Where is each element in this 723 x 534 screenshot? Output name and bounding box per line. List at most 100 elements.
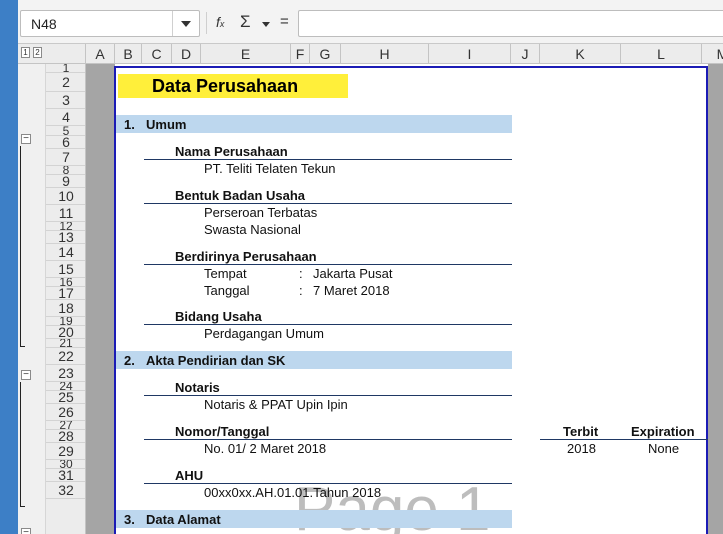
formula-input[interactable] bbox=[298, 10, 723, 37]
header-expiration: Expiration bbox=[631, 424, 695, 439]
separator-colon: : bbox=[299, 283, 303, 298]
row-header-30[interactable]: 30 bbox=[46, 460, 85, 469]
section-title-3: Data Alamat bbox=[146, 512, 221, 527]
underline bbox=[144, 324, 512, 325]
underline bbox=[144, 159, 512, 160]
row-header-31[interactable]: 31 bbox=[46, 469, 85, 482]
label-ahu: AHU bbox=[175, 468, 204, 483]
section-number-3: 3. bbox=[124, 512, 135, 527]
row-header-11[interactable]: 11 bbox=[46, 205, 85, 222]
row-header-20[interactable]: 20 bbox=[46, 326, 85, 339]
row-header-6[interactable]: 6 bbox=[46, 136, 85, 149]
row-header-29[interactable]: 29 bbox=[46, 443, 85, 460]
row-header-18[interactable]: 18 bbox=[46, 300, 85, 317]
outline-group-end bbox=[20, 506, 25, 507]
row-header-9[interactable]: 9 bbox=[46, 175, 85, 188]
outline-level-2-button[interactable]: 2 bbox=[33, 47, 42, 58]
column-header-j[interactable]: J bbox=[511, 44, 540, 64]
collapse-group-button[interactable]: − bbox=[21, 528, 31, 534]
label-bentuk-badan-usaha: Bentuk Badan Usaha bbox=[175, 188, 306, 203]
column-header-e[interactable]: E bbox=[201, 44, 291, 64]
row-header-14[interactable]: 14 bbox=[46, 244, 85, 261]
row-header-15[interactable]: 15 bbox=[46, 261, 85, 278]
toolbar-separator bbox=[206, 12, 207, 34]
section-title-1: Umum bbox=[146, 117, 187, 132]
underline bbox=[144, 439, 512, 440]
name-box[interactable]: N48 bbox=[20, 10, 200, 37]
row-header-3[interactable]: 3 bbox=[46, 92, 85, 109]
row-header-22[interactable]: 22 bbox=[46, 348, 85, 365]
outline-group-line bbox=[20, 382, 21, 506]
sum-icon[interactable]: Σ bbox=[240, 12, 251, 32]
row-header-21[interactable]: 21 bbox=[46, 339, 85, 348]
value-bidang-usaha: Perdagangan Umum bbox=[204, 326, 324, 341]
row-header-27[interactable]: 27 bbox=[46, 421, 85, 430]
row-header-19[interactable]: 19 bbox=[46, 317, 85, 326]
column-header-f[interactable]: F bbox=[291, 44, 310, 64]
column-header-c[interactable]: C bbox=[142, 44, 172, 64]
function-wizard-icon[interactable]: fx bbox=[216, 12, 224, 32]
value-notaris: Notaris & PPAT Upin Ipin bbox=[204, 397, 348, 412]
print-page-border bbox=[114, 66, 708, 534]
column-header-b[interactable]: B bbox=[115, 44, 142, 64]
column-header-g[interactable]: G bbox=[310, 44, 341, 64]
sheet-area[interactable]: Data Perusahaan 1. Umum Nama Perusahaan … bbox=[86, 64, 723, 534]
underline bbox=[144, 203, 512, 204]
separator-colon: : bbox=[299, 266, 303, 281]
row-header-16[interactable]: 16 bbox=[46, 278, 85, 287]
select-all-corner[interactable]: 1 2 bbox=[18, 44, 86, 64]
label-notaris: Notaris bbox=[175, 380, 220, 395]
underline bbox=[540, 439, 708, 440]
sum-dropdown-icon[interactable] bbox=[262, 12, 270, 32]
row-header-10[interactable]: 10 bbox=[46, 188, 85, 205]
row-header-24[interactable]: 24 bbox=[46, 382, 85, 391]
column-header-bar: ABCDEFGHIJKLM bbox=[86, 44, 723, 64]
section-number-1: 1. bbox=[124, 117, 135, 132]
underline bbox=[144, 395, 512, 396]
formula-equals-button[interactable]: = bbox=[280, 12, 289, 32]
page-outside-area bbox=[708, 64, 723, 534]
row-header-32[interactable]: 32 bbox=[46, 482, 85, 499]
row-outline-pane: − − − bbox=[18, 64, 46, 534]
value-nomor-tanggal: No. 01/ 2 Maret 2018 bbox=[204, 441, 327, 456]
window-left-edge bbox=[0, 0, 18, 534]
outline-level-1-button[interactable]: 1 bbox=[21, 47, 30, 58]
row-header-23[interactable]: 23 bbox=[46, 365, 85, 382]
column-header-m[interactable]: M bbox=[702, 44, 723, 64]
collapse-group-button[interactable]: − bbox=[21, 134, 31, 144]
column-header-l[interactable]: L bbox=[621, 44, 702, 64]
row-header-25[interactable]: 25 bbox=[46, 391, 85, 404]
row-header-bar: 1 2 3 4 5 6 7 8 9 10 11 12 13 14 15 16 17 18 19 20 21 22 23 24 2… bbox=[46, 64, 86, 534]
row-header-4[interactable]: 4 bbox=[46, 109, 85, 126]
collapse-group-button[interactable]: − bbox=[21, 370, 31, 380]
column-header-i[interactable]: I bbox=[429, 44, 511, 64]
row-header-12[interactable]: 12 bbox=[46, 222, 85, 231]
row-header-17[interactable]: 17 bbox=[46, 287, 85, 300]
row-header-8[interactable]: 8 bbox=[46, 166, 85, 175]
label-nama-perusahaan: Nama Perusahaan bbox=[175, 144, 288, 159]
value-bentuk-1: Perseroan Terbatas bbox=[204, 205, 318, 220]
row-header-13[interactable]: 13 bbox=[46, 231, 85, 244]
value-nama-perusahaan: PT. Teliti Telaten Tekun bbox=[204, 161, 336, 176]
column-header-k[interactable]: K bbox=[540, 44, 621, 64]
row-header-1[interactable]: 1 bbox=[46, 64, 85, 73]
row-header-5[interactable]: 5 bbox=[46, 126, 85, 136]
outline-group-end bbox=[20, 346, 25, 347]
section-title-2: Akta Pendirian dan SK bbox=[146, 353, 286, 368]
row-header-26[interactable]: 26 bbox=[46, 404, 85, 421]
chevron-down-icon bbox=[181, 20, 191, 27]
label-tempat: Tempat bbox=[204, 266, 247, 281]
spreadsheet-window: N48 fx Σ = 1 2 ABCDEFGHIJKLM − − − 1234567… bbox=[0, 0, 723, 534]
column-header-d[interactable]: D bbox=[172, 44, 201, 64]
value-bentuk-2: Swasta Nasional bbox=[204, 222, 301, 237]
column-header-a[interactable]: A bbox=[86, 44, 115, 64]
name-box-dropdown-button[interactable] bbox=[172, 11, 199, 36]
value-terbit: 2018 bbox=[567, 441, 596, 456]
column-header-h[interactable]: H bbox=[341, 44, 429, 64]
row-header-28[interactable]: 28 bbox=[46, 430, 85, 443]
row-header-7[interactable]: 7 bbox=[46, 149, 85, 166]
outline-group-line bbox=[20, 146, 21, 346]
row-header-2[interactable]: 2 bbox=[46, 73, 85, 92]
label-berdirinya: Berdirinya Perusahaan bbox=[175, 249, 317, 264]
document-title: Data Perusahaan bbox=[152, 76, 299, 96]
